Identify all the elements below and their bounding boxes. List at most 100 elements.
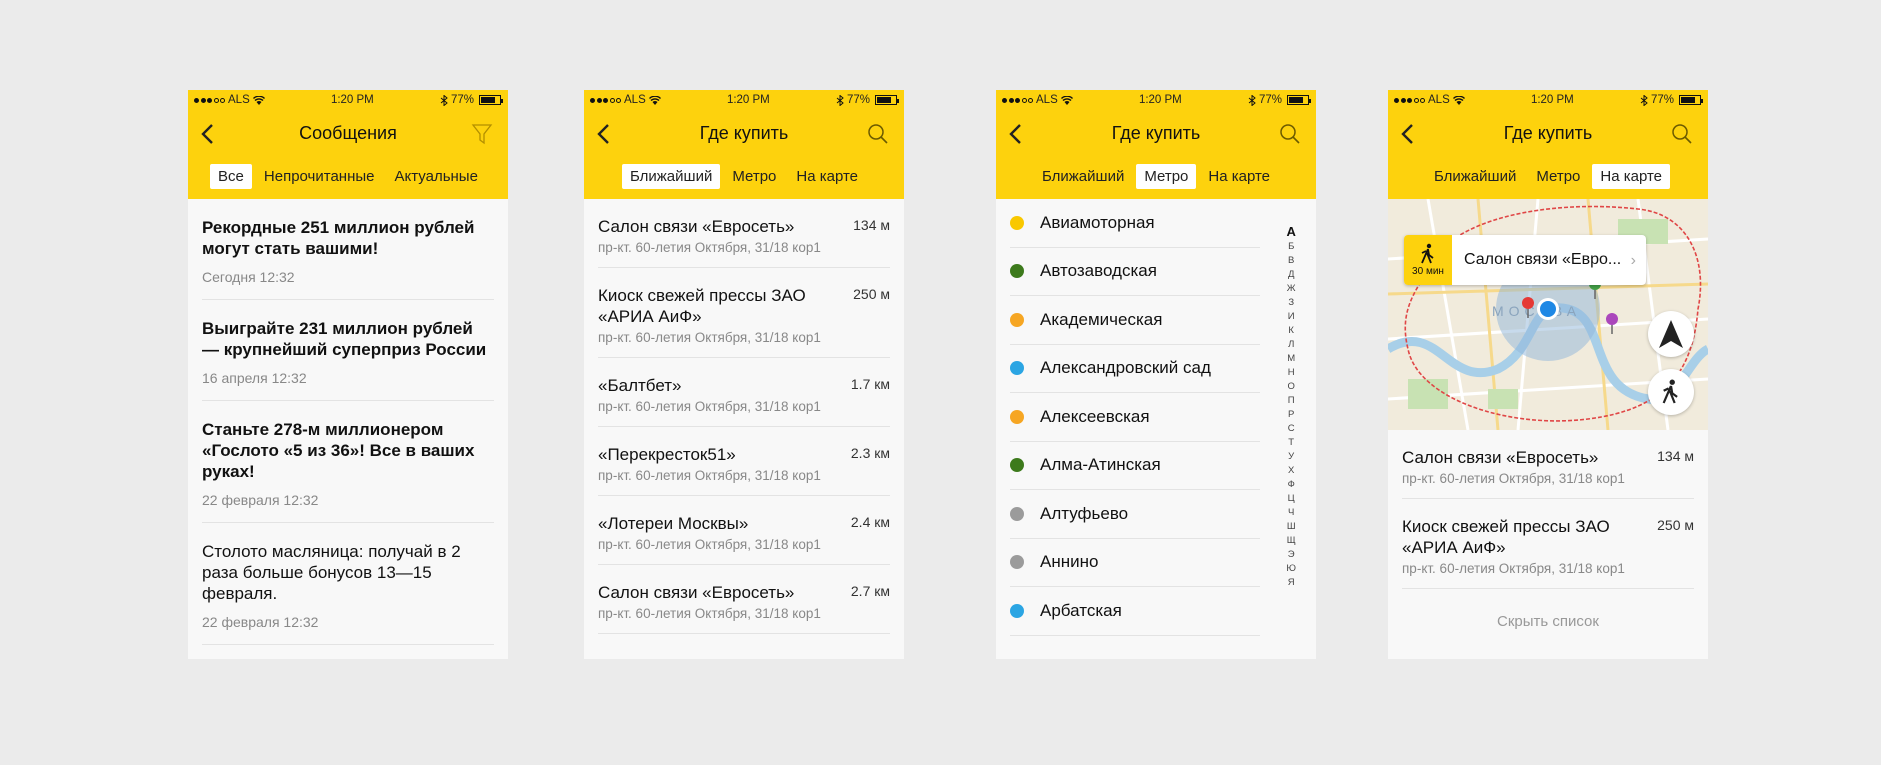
alphabet-letter[interactable]: К	[1288, 324, 1294, 338]
map-callout[interactable]: 30 мин Салон связи «Евро... ›	[1404, 235, 1646, 285]
metro-station-row[interactable]: Аннино	[1010, 539, 1260, 587]
tab-nearest[interactable]: Ближайший	[1426, 164, 1524, 189]
list-item[interactable]: Станьте 278-м миллионером «Гослото «5 из…	[202, 401, 494, 523]
metro-station-row[interactable]: Алма-Атинская	[1010, 442, 1260, 490]
back-icon[interactable]	[594, 122, 614, 146]
list-item[interactable]: Киоск свежей прессы ЗАО «АРИА АиФ» 250 м…	[598, 268, 890, 358]
shop-address: пр-кт. 60-летия Октября, 31/18 кор1	[598, 537, 821, 552]
page-title: Где купить	[1503, 123, 1593, 143]
metro-station-row[interactable]: Александровский сад	[1010, 345, 1260, 393]
back-icon[interactable]	[198, 122, 218, 146]
metro-station-name: Алма-Атинская	[1040, 455, 1161, 475]
current-location-icon	[1537, 298, 1559, 320]
alphabet-letter[interactable]: О	[1288, 380, 1295, 394]
alphabet-letter[interactable]: Б	[1288, 240, 1294, 254]
metro-line-dot-icon	[1010, 264, 1024, 279]
walk-mode-button[interactable]	[1648, 369, 1694, 415]
metro-station-row[interactable]: Авиамоторная	[1010, 199, 1260, 248]
back-icon[interactable]	[1398, 122, 1418, 146]
metro-station-name: Автозаводская	[1040, 261, 1157, 281]
metro-station-row[interactable]: Алексеевская	[1010, 393, 1260, 442]
list-item[interactable]: «Перекресток51» 2.3 км пр-кт. 60-летия О…	[598, 427, 890, 496]
nav-bar: Где купить	[996, 110, 1316, 157]
alphabet-letter[interactable]: Р	[1288, 408, 1294, 422]
list-item[interactable]: Салон связи «Евросеть» 2.7 км пр-кт. 60-…	[598, 565, 890, 634]
tab-map[interactable]: На карте	[788, 164, 866, 189]
metro-station-name: Александровский сад	[1040, 358, 1211, 378]
alphabet-letter[interactable]: Т	[1288, 436, 1294, 450]
tab-bar: Ближайший Метро На карте	[584, 157, 904, 195]
alphabet-letter[interactable]: П	[1288, 394, 1295, 408]
walking-icon	[1421, 243, 1434, 264]
list-item[interactable]: Салон связи «Евросеть» 134 м пр-кт. 60-л…	[1402, 430, 1694, 499]
tab-all[interactable]: Все	[210, 163, 252, 189]
hide-list-button[interactable]: Скрыть список	[1388, 613, 1708, 630]
status-bar: ALS 1:20 PM 77%	[996, 90, 1316, 110]
tab-metro[interactable]: Метро	[1136, 163, 1197, 189]
alphabet-letter[interactable]: С	[1288, 422, 1295, 436]
metro-station-row[interactable]: Алтуфьево	[1010, 490, 1260, 539]
navigate-button[interactable]	[1648, 311, 1694, 357]
list-item[interactable]: Салон связи «Евросеть» 134 м пр-кт. 60-л…	[598, 199, 890, 268]
alphabet-letter[interactable]: У	[1288, 450, 1294, 464]
list-item[interactable]: Столото масляница: получай в 2 раза боль…	[202, 523, 494, 645]
alphabet-letter[interactable]: Ч	[1288, 506, 1294, 520]
alphabet-letter[interactable]: Щ	[1287, 534, 1296, 548]
shop-address: пр-кт. 60-летия Октября, 31/18 кор1	[1402, 561, 1625, 576]
map-view[interactable]: МОСКВА 30 мин Салон связи «Евро... ›	[1388, 199, 1708, 430]
metro-line-dot-icon	[1010, 458, 1024, 473]
shop-distance: 250 м	[853, 286, 890, 302]
alphabet-letter[interactable]: Э	[1288, 548, 1295, 562]
list-item[interactable]: Киоск свежей прессы ЗАО «АРИА АиФ» 250 м…	[1402, 499, 1694, 589]
list-item[interactable]: «Балтбет» 1.7 км пр-кт. 60-летия Октября…	[598, 358, 890, 427]
bluetooth-icon	[1248, 94, 1256, 106]
alphabet-letter[interactable]: А	[1287, 223, 1296, 240]
alphabet-letter[interactable]: Ц	[1288, 492, 1295, 506]
alphabet-letter[interactable]: Ж	[1287, 282, 1296, 296]
alphabet-letter[interactable]: Ф	[1288, 478, 1295, 492]
tab-metro[interactable]: Метро	[1528, 164, 1588, 189]
search-icon[interactable]	[1670, 122, 1694, 146]
alphabet-letter[interactable]: Ш	[1287, 520, 1296, 534]
alphabet-letter[interactable]: М	[1287, 352, 1295, 366]
metro-station-name: Академическая	[1040, 309, 1163, 329]
alphabet-letter[interactable]: Х	[1288, 464, 1294, 478]
shop-distance: 2.4 км	[850, 514, 890, 530]
metro-station-row[interactable]: Академическая	[1010, 296, 1260, 345]
tab-nearest[interactable]: Ближайший	[1034, 164, 1132, 189]
tab-map[interactable]: На карте	[1200, 164, 1278, 189]
filter-icon[interactable]	[470, 122, 494, 146]
header: ALS 1:20 PM 77% Где купить Ближайший Мет…	[1388, 90, 1708, 199]
map-pin-red[interactable]	[1521, 296, 1535, 318]
list-item[interactable]: Рекордные 251 миллион рублей могут стать…	[202, 199, 494, 300]
alphabet-letter[interactable]: Д	[1288, 268, 1294, 282]
search-icon[interactable]	[1278, 122, 1302, 146]
tab-metro[interactable]: Метро	[724, 164, 784, 189]
list-item[interactable]: «Лотереи Москвы» 2.4 км пр-кт. 60-летия …	[598, 496, 890, 565]
callout-title: Салон связи «Евро...	[1464, 251, 1622, 268]
nav-bar: Сообщения	[188, 110, 508, 157]
metro-station-row[interactable]: Автозаводская	[1010, 248, 1260, 296]
clock: 1:20 PM	[1138, 94, 1182, 106]
metro-line-dot-icon	[1010, 603, 1024, 618]
alphabet-letter[interactable]: Я	[1288, 576, 1295, 590]
alphabet-letter[interactable]: З	[1288, 296, 1294, 310]
alphabet-index[interactable]: АБВДЖЗИКЛМНОПРСТУХФЦЧШЩЭЮЯ	[1286, 223, 1296, 590]
list-item[interactable]: Выиграйте 231 миллион рублей — крупнейши…	[202, 300, 494, 401]
tab-nearest[interactable]: Ближайший	[621, 163, 721, 189]
map-pin-purple[interactable]	[1605, 312, 1619, 334]
alphabet-letter[interactable]: Л	[1288, 338, 1294, 352]
alphabet-letter[interactable]: И	[1288, 310, 1295, 324]
tab-unread[interactable]: Непрочитанные	[256, 164, 383, 189]
search-icon[interactable]	[866, 122, 890, 146]
clock: 1:20 PM	[330, 94, 374, 106]
alphabet-letter[interactable]: Н	[1288, 366, 1295, 380]
battery-percent: 77%	[450, 94, 474, 106]
back-icon[interactable]	[1006, 122, 1026, 146]
tab-actual[interactable]: Актуальные	[387, 164, 486, 189]
alphabet-letter[interactable]: Ю	[1286, 562, 1296, 576]
metro-station-row[interactable]: Арбатская	[1010, 587, 1260, 636]
nav-bar: Где купить	[1388, 110, 1708, 157]
alphabet-letter[interactable]: В	[1288, 254, 1294, 268]
tab-map[interactable]: На карте	[1592, 163, 1671, 189]
